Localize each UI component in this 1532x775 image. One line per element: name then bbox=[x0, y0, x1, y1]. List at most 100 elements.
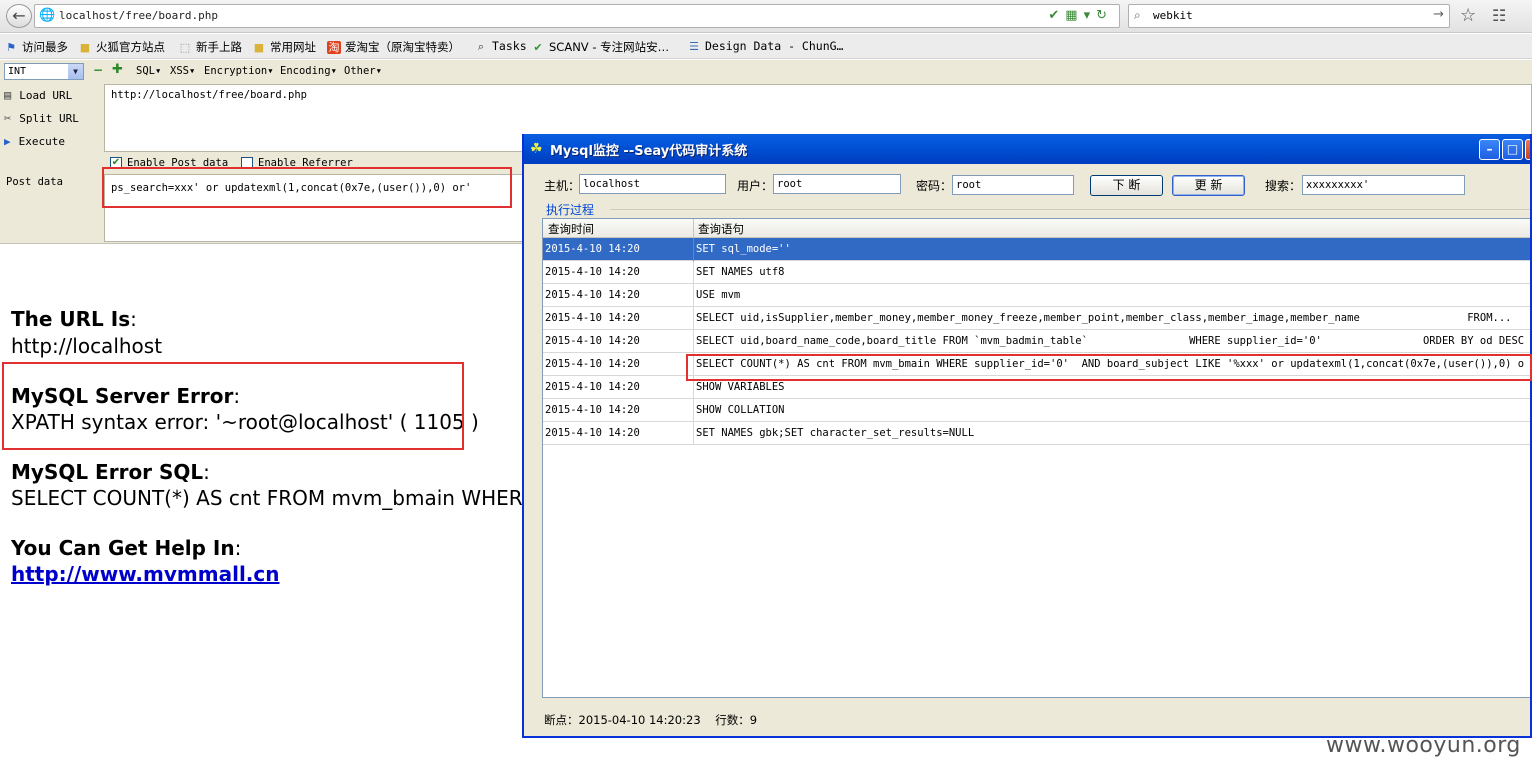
plus-icon[interactable]: ✚ bbox=[112, 62, 123, 77]
highlight-box-error bbox=[2, 362, 464, 450]
chevron-down-icon[interactable]: ▼ bbox=[68, 64, 83, 79]
check-icon: ✔ bbox=[533, 40, 543, 54]
folder-icon: ■ bbox=[253, 40, 265, 54]
clipboard-icon[interactable]: ☷ bbox=[1492, 6, 1506, 25]
row-time: 2015-4-10 14:20 bbox=[545, 312, 640, 324]
back-button[interactable]: ← bbox=[6, 4, 32, 28]
table-row[interactable]: 2015-4-10 14:20 SELECT uid,board_name_co… bbox=[543, 330, 1530, 353]
row-query: SHOW COLLATION bbox=[696, 404, 785, 416]
address-bar[interactable]: 🌐 localhost/free/board.php ✔▦▾↻ bbox=[34, 4, 1120, 28]
split-url-button[interactable]: ✂ Split URL bbox=[4, 108, 100, 128]
bookmark-item[interactable]: ✔ SCANV - 专注网站安… bbox=[531, 39, 669, 55]
bookmark-item[interactable]: ■ 常用网址 bbox=[252, 39, 316, 55]
row-query: SET NAMES gbk;SET character_set_results=… bbox=[696, 427, 975, 439]
menu-encoding[interactable]: Encoding▾ bbox=[280, 65, 337, 77]
bookmark-item[interactable]: ⚑ 访问最多 bbox=[4, 39, 68, 55]
folder-icon: ■ bbox=[79, 40, 91, 54]
menu-sql[interactable]: SQL▾ bbox=[136, 65, 161, 77]
user-label: 用户： bbox=[737, 179, 774, 193]
row-query: SET NAMES utf8 bbox=[696, 266, 785, 278]
row-time: 2015-4-10 14:20 bbox=[545, 358, 640, 370]
password-label: 密码： bbox=[916, 179, 953, 193]
sql-value: SELECT COUNT(*) AS cnt FROM mvm_bmain WH… bbox=[11, 486, 531, 510]
highlight-box-post bbox=[102, 167, 512, 208]
bookmark-item[interactable]: ⌕ Tasks bbox=[474, 39, 527, 53]
database-icon: ☰ bbox=[689, 39, 699, 53]
load-icon: ▤ bbox=[4, 88, 12, 102]
row-query: SET sql_mode='' bbox=[696, 243, 791, 255]
column-header-query[interactable]: 查询语句 bbox=[698, 221, 744, 237]
star-icon[interactable]: ☆ bbox=[1460, 5, 1476, 26]
query-log-grid[interactable]: 查询时间 查询语句 2015-4-10 14:20 SET sql_mode='… bbox=[542, 218, 1530, 698]
row-time: 2015-4-10 14:20 bbox=[545, 427, 640, 439]
window-title: Mysql监控 --Seay代码审计系统 bbox=[550, 144, 748, 159]
search-field[interactable]: xxxxxxxxx' bbox=[1302, 175, 1465, 195]
column-divider[interactable] bbox=[693, 219, 694, 238]
bookmarks-bar: ⚑ 访问最多 ■ 火狐官方站点 ⬚ 新手上路 ■ 常用网址 淘爱淘宝（原淘宝特卖） ⌕ T… bbox=[0, 34, 1532, 59]
password-field[interactable]: root bbox=[952, 175, 1074, 195]
minimize-button[interactable]: – bbox=[1479, 139, 1500, 160]
type-select[interactable]: INT ▼ bbox=[4, 63, 84, 80]
row-query: SHOW VARIABLES bbox=[696, 381, 785, 393]
refresh-button[interactable]: 更 新 bbox=[1172, 175, 1245, 196]
window-titlebar[interactable]: ☘ Mysql监控 --Seay代码审计系统 – □ ✕ bbox=[524, 134, 1530, 164]
watermark: www.wooyun.org bbox=[1326, 733, 1521, 758]
help-heading: You Can Get Help In: bbox=[11, 536, 242, 560]
row-time: 2015-4-10 14:20 bbox=[545, 243, 640, 255]
load-url-button[interactable]: ▤ Load URL bbox=[4, 85, 100, 105]
break-button[interactable]: 下 断 bbox=[1090, 175, 1163, 196]
group-label: 执行过程 bbox=[546, 203, 595, 217]
execute-button[interactable]: ▶ Execute bbox=[4, 131, 100, 151]
arrow-right-icon[interactable]: → bbox=[1433, 7, 1444, 22]
play-icon: ▶ bbox=[4, 134, 11, 148]
grid-header: 查询时间 查询语句 bbox=[543, 219, 1530, 238]
mysql-monitor-window: ☘ Mysql监控 --Seay代码审计系统 – □ ✕ 主机： localho… bbox=[522, 134, 1532, 738]
help-link[interactable]: http://www.mvmmall.cn bbox=[11, 562, 280, 586]
magnifier-icon: ⌕ bbox=[477, 39, 485, 53]
row-time: 2015-4-10 14:20 bbox=[545, 266, 640, 278]
menu-other[interactable]: Other▾ bbox=[344, 65, 382, 77]
globe-icon: 🌐 bbox=[39, 8, 56, 23]
menu-xss[interactable]: XSS▾ bbox=[170, 65, 195, 77]
bookmark-item[interactable]: ⬚ 新手上路 bbox=[178, 39, 242, 55]
close-button[interactable]: ✕ bbox=[1525, 139, 1530, 160]
bookmark-item[interactable]: ■ 火狐官方站点 bbox=[78, 39, 165, 55]
status-bar: 断点：2015-04-10 14:20:23 行数：9 bbox=[544, 713, 758, 727]
menu-encryption[interactable]: Encryption▾ bbox=[204, 65, 274, 77]
group-divider bbox=[610, 209, 1530, 210]
url-value: http://localhost bbox=[11, 334, 163, 358]
column-header-time[interactable]: 查询时间 bbox=[548, 221, 594, 237]
search-text: webkit bbox=[1153, 9, 1193, 22]
browser-navbar: ← 🌐 localhost/free/board.php ✔▦▾↻ ⌕ webk… bbox=[0, 0, 1532, 33]
table-row[interactable]: 2015-4-10 14:20 SET NAMES utf8 bbox=[543, 261, 1530, 284]
shield-icon[interactable]: ✔▦▾↻ bbox=[1048, 8, 1113, 23]
row-time: 2015-4-10 14:20 bbox=[545, 335, 640, 347]
table-row[interactable]: 2015-4-10 14:20 SET NAMES gbk;SET charac… bbox=[543, 422, 1530, 445]
maximize-button[interactable]: □ bbox=[1502, 139, 1523, 160]
bookmark-item[interactable]: ☰ Design Data - ChunG… bbox=[687, 39, 843, 53]
search-bar[interactable]: ⌕ webkit → bbox=[1128, 4, 1450, 28]
highlight-box-query bbox=[686, 354, 1532, 381]
table-row[interactable]: 2015-4-10 14:20 SHOW COLLATION bbox=[543, 399, 1530, 422]
bookmark-icon: ⚑ bbox=[6, 40, 16, 54]
post-data-label: Post data bbox=[6, 176, 63, 188]
search-icon: ⌕ bbox=[1134, 8, 1141, 22]
bookmark-item[interactable]: 淘爱淘宝（原淘宝特卖） bbox=[327, 39, 460, 55]
host-field[interactable]: localhost bbox=[579, 174, 726, 194]
page-icon: ⬚ bbox=[179, 40, 191, 54]
sql-heading: MySQL Error SQL: bbox=[11, 460, 210, 484]
host-label: 主机： bbox=[544, 179, 581, 193]
row-query: SELECT uid,isSupplier,member_money,membe… bbox=[696, 312, 1512, 324]
row-query: USE mvm bbox=[696, 289, 741, 301]
minus-icon[interactable]: − bbox=[93, 63, 103, 77]
table-row[interactable]: 2015-4-10 14:20 SELECT uid,isSupplier,me… bbox=[543, 307, 1530, 330]
url-heading: The URL Is: bbox=[11, 307, 137, 331]
row-time: 2015-4-10 14:20 bbox=[545, 289, 640, 301]
address-text: localhost/free/board.php bbox=[59, 9, 218, 22]
table-row[interactable]: 2015-4-10 14:20 USE mvm bbox=[543, 284, 1530, 307]
row-query: SELECT uid,board_name_code,board_title F… bbox=[696, 335, 1525, 347]
table-row[interactable]: 2015-4-10 14:20 SET sql_mode='' bbox=[543, 238, 1530, 261]
scissors-icon: ✂ bbox=[4, 111, 12, 125]
row-time: 2015-4-10 14:20 bbox=[545, 381, 640, 393]
user-field[interactable]: root bbox=[773, 174, 901, 194]
